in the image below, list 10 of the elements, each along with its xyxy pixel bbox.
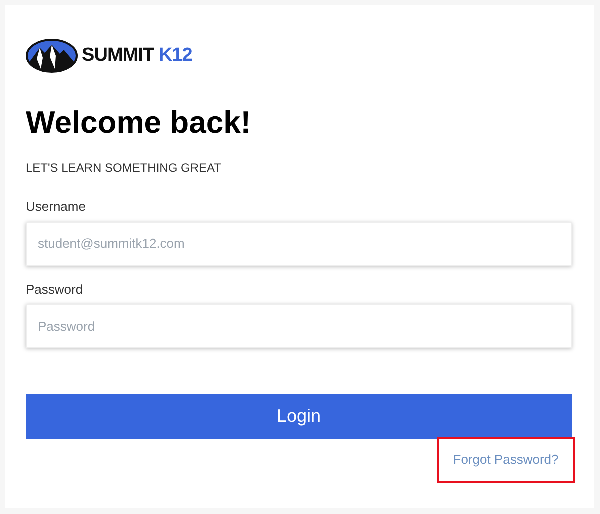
input-field[interactable]: Password: [26, 304, 572, 348]
input-field[interactable]: student@summitk12.com: [26, 222, 572, 266]
field-label: Username: [26, 198, 86, 216]
login-button[interactable]: Login: [26, 394, 572, 439]
mountain-logo-icon: [26, 39, 78, 73]
subtitle: LET'S LEARN SOMETHING GREAT: [26, 160, 222, 177]
forgot-password-link[interactable]: Forgot Password?: [437, 437, 575, 483]
field-label: Password: [26, 280, 84, 298]
logo-wordmark: SUMMIT K12: [82, 44, 192, 68]
welcome-heading: Welcome back!: [26, 104, 252, 142]
